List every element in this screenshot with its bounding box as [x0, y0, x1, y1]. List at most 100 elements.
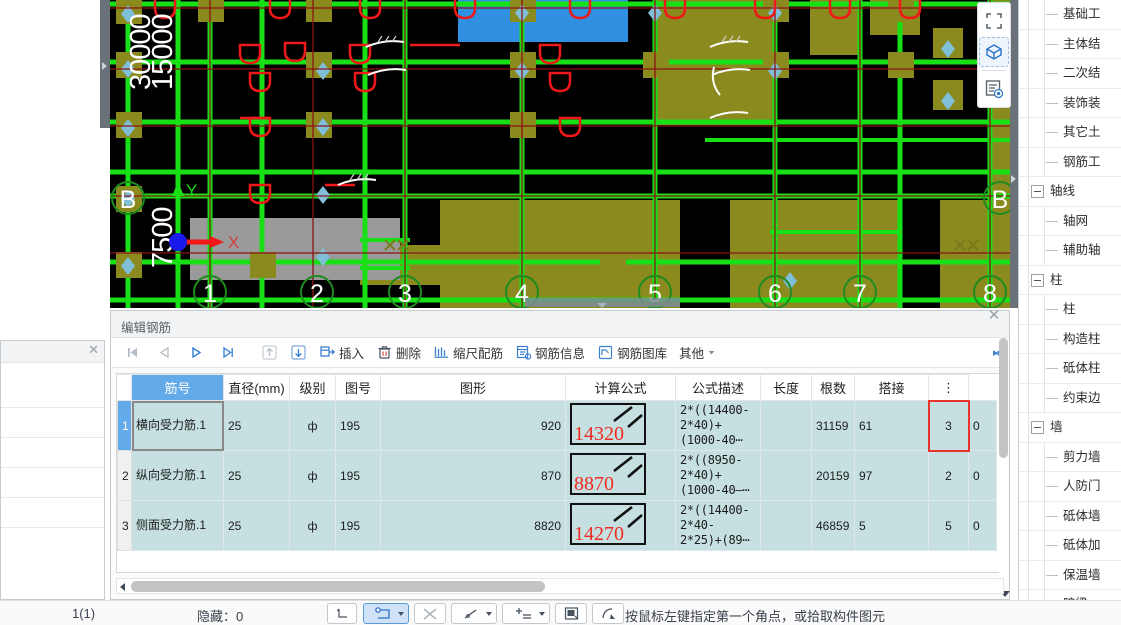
- column-header-0[interactable]: 筋号: [131, 374, 224, 401]
- diameter-cell[interactable]: 25: [223, 450, 290, 501]
- cad-drawing-canvas[interactable]: 30000 15000 7500 B B 12 34 56 78 Y X: [110, 0, 1018, 308]
- tree-item-16[interactable]: 人防门: [1019, 472, 1121, 502]
- tree-item-4[interactable]: 其它土: [1019, 118, 1121, 148]
- grade-cell[interactable]: ф: [289, 500, 336, 551]
- scroll-left-arrow-icon[interactable]: [120, 583, 125, 591]
- formula-cell[interactable]: 2*((14400-2*40)+(1000-40⋯: [675, 400, 761, 451]
- scale-rebar-button[interactable]: 缩尺配筋: [428, 341, 508, 365]
- grade-cell[interactable]: ф: [289, 400, 336, 451]
- column-header-4[interactable]: 图形: [380, 374, 566, 401]
- row-index-cell[interactable]: 2: [117, 450, 132, 501]
- column-header-2[interactable]: 级别: [289, 374, 336, 401]
- move-down-button[interactable]: [285, 341, 312, 365]
- extra-cell[interactable]: 0: [968, 500, 997, 551]
- tree-item-10[interactable]: 柱: [1019, 295, 1121, 325]
- rebar-library-button[interactable]: 钢筋图库: [592, 341, 672, 365]
- shape-graphic-cell[interactable]: 14270: [565, 500, 676, 551]
- rebar-name-cell[interactable]: 侧面受力筋.1: [131, 500, 224, 551]
- rebar-info-button[interactable]: 钢筋信息: [510, 341, 590, 365]
- nav-prev-button[interactable]: [149, 341, 179, 365]
- polyline-pick-button[interactable]: [592, 603, 624, 624]
- tree-item-14[interactable]: 墙: [1019, 413, 1121, 443]
- right-panel-collapse-handle[interactable]: [1010, 0, 1018, 308]
- rebar-table-container[interactable]: 筋号 直径(mm) 级别 图号 图形 计算公式 公式描述 长度 根数 搭接 ⋮ 1 横向受力筋.1 25…: [116, 373, 1004, 573]
- tree-item-0[interactable]: 基础工: [1019, 0, 1121, 30]
- lap-cell[interactable]: 5: [928, 500, 969, 551]
- component-tree-panel[interactable]: 基础工 主体结 二次结 装饰装 其它土 钢筋工 轴线 轴网 辅助轴柱柱构造柱 砥体柱 约束边墙剪力墙…: [1018, 0, 1121, 600]
- row-index-cell[interactable]: 3: [117, 500, 132, 551]
- shape-value-cell[interactable]: 8820: [380, 500, 566, 551]
- shape-graphic-cell[interactable]: 8870: [565, 450, 676, 501]
- tree-item-2[interactable]: 二次结: [1019, 59, 1121, 89]
- table-row[interactable]: 3 侧面受力筋.1 25 ф 195 8820 14270 2*((14400-2*40-2*…: [117, 500, 997, 551]
- other-menu-button[interactable]: 其他: [674, 341, 721, 365]
- count-cell[interactable]: 61: [854, 400, 929, 451]
- extra-cell[interactable]: 0: [968, 450, 997, 501]
- tree-item-15[interactable]: 剪力墙: [1019, 442, 1121, 472]
- tree-item-8[interactable]: 辅助轴: [1019, 236, 1121, 266]
- tree-item-18[interactable]: 砥体加: [1019, 531, 1121, 561]
- rectangle-select-dropdown-icon[interactable]: [398, 612, 404, 616]
- snap-point-button[interactable]: [327, 603, 357, 624]
- grade-cell[interactable]: ф: [289, 450, 336, 501]
- shape-code-cell[interactable]: 195: [335, 500, 381, 551]
- column-header-1[interactable]: 直径(mm): [223, 374, 290, 401]
- background-panel-close-icon[interactable]: ✕: [88, 342, 99, 358]
- line-tool-dropdown-icon[interactable]: [486, 612, 492, 616]
- delete-button[interactable]: 删除: [371, 341, 426, 365]
- tree-item-1[interactable]: 主体结: [1019, 29, 1121, 59]
- formula-cell[interactable]: 2*((8950-2*40)+(1000-40—⋯: [675, 450, 761, 501]
- insert-button[interactable]: 插入: [314, 341, 369, 365]
- tree-item-9[interactable]: 柱: [1019, 265, 1121, 295]
- row-index-cell[interactable]: 1: [117, 400, 132, 451]
- rectangle-select-button[interactable]: [363, 603, 409, 624]
- table-row[interactable]: 2 纵向受力筋.1 25 ф 195 870 8870 2*((8950-2*40)+(100…: [117, 450, 997, 501]
- table-vertical-scrollbar[interactable]: [999, 338, 1010, 597]
- length-cell[interactable]: 31159: [811, 400, 855, 451]
- tree-item-12[interactable]: 砥体柱: [1019, 354, 1121, 384]
- shape-code-cell[interactable]: 195: [335, 400, 381, 451]
- add-dimension-button[interactable]: [502, 603, 550, 624]
- diameter-cell[interactable]: 25: [223, 400, 290, 451]
- column-header-10[interactable]: ⋮: [928, 374, 969, 401]
- line-tool-button[interactable]: [451, 603, 497, 624]
- shape-value-cell[interactable]: 870: [380, 450, 566, 501]
- tree-item-5[interactable]: 钢筋工: [1019, 147, 1121, 177]
- add-dimension-dropdown-icon[interactable]: [539, 612, 545, 616]
- tree-item-17[interactable]: 砥体墙: [1019, 501, 1121, 531]
- extra-cell[interactable]: 0: [968, 400, 997, 451]
- clear-selection-button[interactable]: [414, 603, 446, 624]
- tree-item-3[interactable]: 装饰装: [1019, 88, 1121, 118]
- count-cell[interactable]: 5: [854, 500, 929, 551]
- length-cell[interactable]: 20159: [811, 450, 855, 501]
- column-header-6[interactable]: 公式描述: [675, 374, 761, 401]
- nav-next-button[interactable]: [181, 341, 211, 365]
- column-header-5[interactable]: 计算公式: [565, 374, 676, 401]
- nav-last-button[interactable]: [213, 341, 243, 365]
- table-row[interactable]: 1 横向受力筋.1 25 ф 195 920 14320 2*((14400-2*40)+(1…: [117, 399, 997, 452]
- fill-region-button[interactable]: [555, 603, 587, 624]
- diameter-cell[interactable]: 25: [223, 500, 290, 551]
- formula-cell[interactable]: 2*((14400-2*40-2*25)+(89⋯: [675, 500, 761, 551]
- column-header-3[interactable]: 图号: [335, 374, 381, 401]
- column-header-8[interactable]: 根数: [811, 374, 855, 401]
- formula-description-cell[interactable]: [760, 450, 812, 501]
- tree-item-6[interactable]: 轴线: [1019, 177, 1121, 207]
- tree-item-19[interactable]: 保温墙: [1019, 560, 1121, 590]
- formula-description-cell[interactable]: [760, 500, 812, 551]
- table-horizontal-scrollbar[interactable]: [116, 578, 1004, 594]
- move-up-button[interactable]: [256, 341, 283, 365]
- tree-item-13[interactable]: 约束边: [1019, 383, 1121, 413]
- count-cell[interactable]: 97: [854, 450, 929, 501]
- tree-item-7[interactable]: 轴网: [1019, 206, 1121, 236]
- shape-value-cell[interactable]: 920: [380, 400, 566, 451]
- horizontal-scroll-thumb[interactable]: [131, 581, 545, 592]
- nav-first-button[interactable]: [117, 341, 147, 365]
- tree-item-20[interactable]: 暗梁: [1019, 590, 1121, 600]
- tree-item-11[interactable]: 构造柱: [1019, 324, 1121, 354]
- left-panel-collapse-handle[interactable]: [100, 0, 110, 128]
- fit-frame-icon[interactable]: [979, 6, 1009, 36]
- rebar-name-cell[interactable]: 纵向受力筋.1: [131, 450, 224, 501]
- rebar-name-cell[interactable]: 横向受力筋.1: [131, 400, 224, 451]
- dialog-close-icon[interactable]: ✕: [985, 307, 1003, 325]
